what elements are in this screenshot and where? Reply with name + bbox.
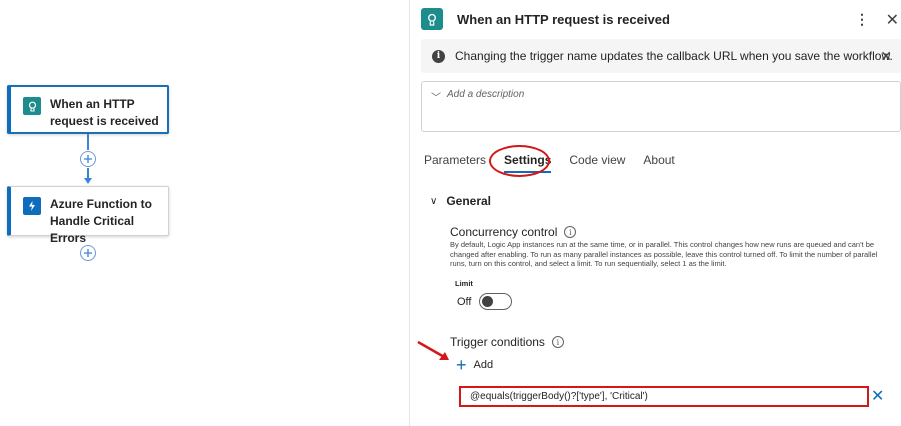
- azure-function-icon: [23, 197, 41, 215]
- trigger-condition-input[interactable]: @equals(triggerBody()?['type'], 'Critica…: [459, 386, 869, 407]
- toggle-state-label: Off: [457, 295, 472, 308]
- connector-arrow: [84, 178, 92, 184]
- description-placeholder: Add a description: [447, 89, 525, 100]
- panel-title[interactable]: When an HTTP request is received: [457, 12, 670, 27]
- delete-condition-icon[interactable]: ✕: [871, 386, 884, 406]
- banner-text: Changing the trigger name updates the ca…: [455, 49, 893, 63]
- trigger-node-card[interactable]: When an HTTP request is received: [7, 85, 169, 134]
- info-icon[interactable]: i: [564, 226, 577, 238]
- annotation-arrow-icon: [417, 340, 449, 360]
- trigger-node-title: When an HTTP request is received: [50, 97, 159, 128]
- settings-tab-highlight: [489, 145, 550, 177]
- panel-header: When an HTTP request is received ⋮ ✕: [421, 6, 899, 32]
- trigger-conditions-label: Trigger conditions i: [450, 335, 564, 349]
- dismiss-banner-icon[interactable]: ✕: [880, 48, 892, 65]
- chevron-down-icon: ∨: [430, 195, 438, 207]
- add-label: Add: [473, 359, 494, 371]
- connector-line: [87, 168, 89, 178]
- tab-about[interactable]: About: [643, 153, 674, 167]
- concurrency-toggle-row: Off: [457, 293, 513, 310]
- operation-details-panel: When an HTTP request is received ⋮ ✕ i C…: [409, 0, 901, 426]
- designer-canvas: When an HTTP request is received Azure F…: [0, 0, 408, 426]
- close-panel-icon[interactable]: ✕: [886, 10, 899, 30]
- add-step-button[interactable]: [80, 245, 96, 261]
- info-icon: i: [432, 49, 445, 63]
- more-options-icon[interactable]: ⋮: [855, 11, 869, 28]
- tab-parameters[interactable]: Parameters: [424, 153, 486, 167]
- concurrency-toggle[interactable]: [479, 293, 513, 310]
- http-request-icon: [421, 8, 443, 30]
- action-node-title: Azure Function to Handle Critical Errors: [50, 197, 152, 245]
- http-request-icon: [23, 97, 41, 115]
- plus-icon: +: [456, 355, 467, 375]
- connector-line: [87, 134, 89, 150]
- add-condition-button[interactable]: + Add: [456, 355, 494, 375]
- chevron-down-icon: ﹀: [431, 93, 441, 104]
- general-section-header[interactable]: ∨ General: [430, 194, 491, 208]
- trigger-condition-value: @equals(triggerBody()?['type'], 'Critica…: [470, 391, 648, 402]
- tab-code-view[interactable]: Code view: [569, 153, 625, 167]
- description-field[interactable]: ﹀ Add a description: [421, 81, 901, 132]
- insert-step-button[interactable]: [80, 151, 96, 167]
- info-banner: i Changing the trigger name updates the …: [421, 39, 901, 73]
- panel-tabs: Parameters Settings Code view About: [424, 153, 693, 173]
- section-title: General: [446, 194, 492, 208]
- concurrency-label-text: Concurrency control: [450, 225, 558, 239]
- info-icon[interactable]: i: [551, 336, 564, 348]
- limit-label: Limit: [455, 279, 473, 288]
- toggle-knob: [482, 296, 494, 307]
- trigger-conditions-label-text: Trigger conditions: [450, 335, 545, 349]
- concurrency-help-text: By default, Logic App instances run at t…: [450, 240, 878, 268]
- action-node-card[interactable]: Azure Function to Handle Critical Errors: [7, 186, 169, 245]
- concurrency-control-label: Concurrency control i: [450, 225, 577, 239]
